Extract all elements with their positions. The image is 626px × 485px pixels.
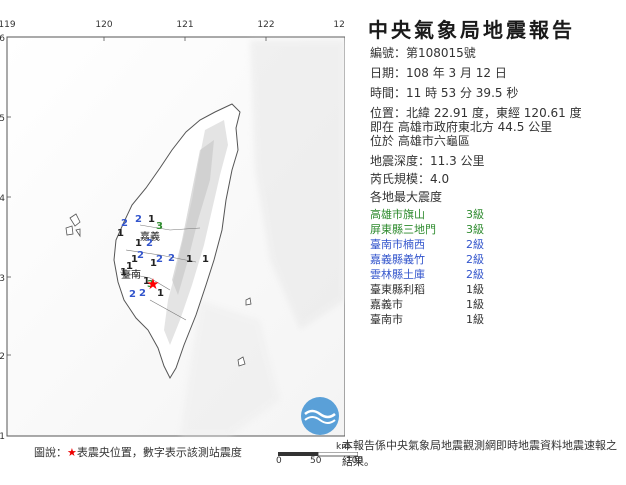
legend-star-icon: ★ <box>67 446 77 459</box>
intensity-level: 3級 <box>466 208 484 221</box>
report-time: 時間：11 時 53 分 39.5 秒 <box>370 86 519 100</box>
lon-tick-120: 120 <box>95 20 112 30</box>
max-intensity-heading: 各地最大震度 <box>370 190 443 204</box>
station-intensity: 1 <box>126 261 133 272</box>
intensity-place: 雲林縣土庫 <box>370 268 425 281</box>
intensity-place: 屏東縣三地門 <box>370 223 436 236</box>
station-intensity: 2 <box>168 253 175 264</box>
lon-tick-119: 119 <box>0 20 16 30</box>
station-intensity: 1 <box>135 238 142 249</box>
intensity-level: 1級 <box>466 283 484 296</box>
station-intensity: 1 <box>117 228 124 239</box>
intensity-place: 嘉義市 <box>370 298 403 311</box>
lat-tick-26: 26 <box>0 34 5 44</box>
intensity-level: 2級 <box>466 238 484 251</box>
intensity-place: 嘉義縣義竹 <box>370 253 425 266</box>
intensity-place: 臺東縣利稻 <box>370 283 425 296</box>
report-depth: 地震深度：11.3 公里 <box>370 154 485 168</box>
report-date: 日期：108 年 3 月 12 日 <box>370 66 507 80</box>
map: 119 120 121 122 123 26 25 24 23 22 21 嘉義… <box>0 20 345 440</box>
station-intensity: 2 <box>129 289 136 300</box>
station-intensity: 2 <box>139 288 146 299</box>
cwb-logo <box>301 397 339 435</box>
intensity-level: 2級 <box>466 268 484 281</box>
lat-tick-25: 25 <box>0 114 5 124</box>
report-title: 中央氣象局地震報告 <box>368 18 575 42</box>
station-intensity: 2 <box>146 238 153 249</box>
intensity-level: 3級 <box>466 223 484 236</box>
legend-prefix: 圖說： <box>34 446 67 459</box>
intensity-level: 1級 <box>466 298 484 311</box>
station-intensity: 1 <box>120 267 127 278</box>
intensity-level: 1級 <box>466 313 484 326</box>
report-position-area: 位於 高雄市六龜區 <box>370 134 470 148</box>
intensity-place: 高雄市旗山 <box>370 208 425 221</box>
report-magnitude: 芮氏規模：4.0 <box>370 172 450 186</box>
station-intensity: 1 <box>186 254 193 265</box>
report-number: 編號：第108015號 <box>370 46 476 60</box>
station-intensity: 2 <box>137 250 144 261</box>
report-footer: 本報告係中央氣象局地震觀測網即時地震資料地震速報之結果。 <box>342 439 617 468</box>
lon-tick-122: 122 <box>257 20 274 30</box>
lon-tick-121: 121 <box>176 20 193 30</box>
legend-text: 表震央位置，數字表示該測站震度 <box>76 446 242 459</box>
intensity-place: 臺南市楠西 <box>370 238 425 251</box>
intensity-place: 臺南市 <box>370 313 403 326</box>
scale-tick-50: 50 <box>310 456 322 466</box>
scale-tick-0: 0 <box>276 456 282 466</box>
station-intensity: 3 <box>156 221 163 232</box>
lat-tick-24: 24 <box>0 194 5 204</box>
lat-tick-22: 22 <box>0 352 5 362</box>
station-intensity: 1 <box>202 254 209 265</box>
station-intensity: 1 <box>148 214 155 225</box>
lon-tick-123: 123 <box>333 20 345 30</box>
lat-tick-23: 23 <box>0 274 5 284</box>
intensity-level: 2級 <box>466 253 484 266</box>
epicenter-star: ★ <box>146 275 159 293</box>
legend: 圖說：★表震央位置，數字表示該測站震度 <box>34 444 242 460</box>
station-intensity: 2 <box>156 254 163 265</box>
report-panel: 中央氣象局地震報告 編號：第108015號 日期：108 年 3 月 12 日 … <box>360 0 626 485</box>
station-intensity: 2 <box>135 214 142 225</box>
lat-tick-21: 21 <box>0 432 5 440</box>
